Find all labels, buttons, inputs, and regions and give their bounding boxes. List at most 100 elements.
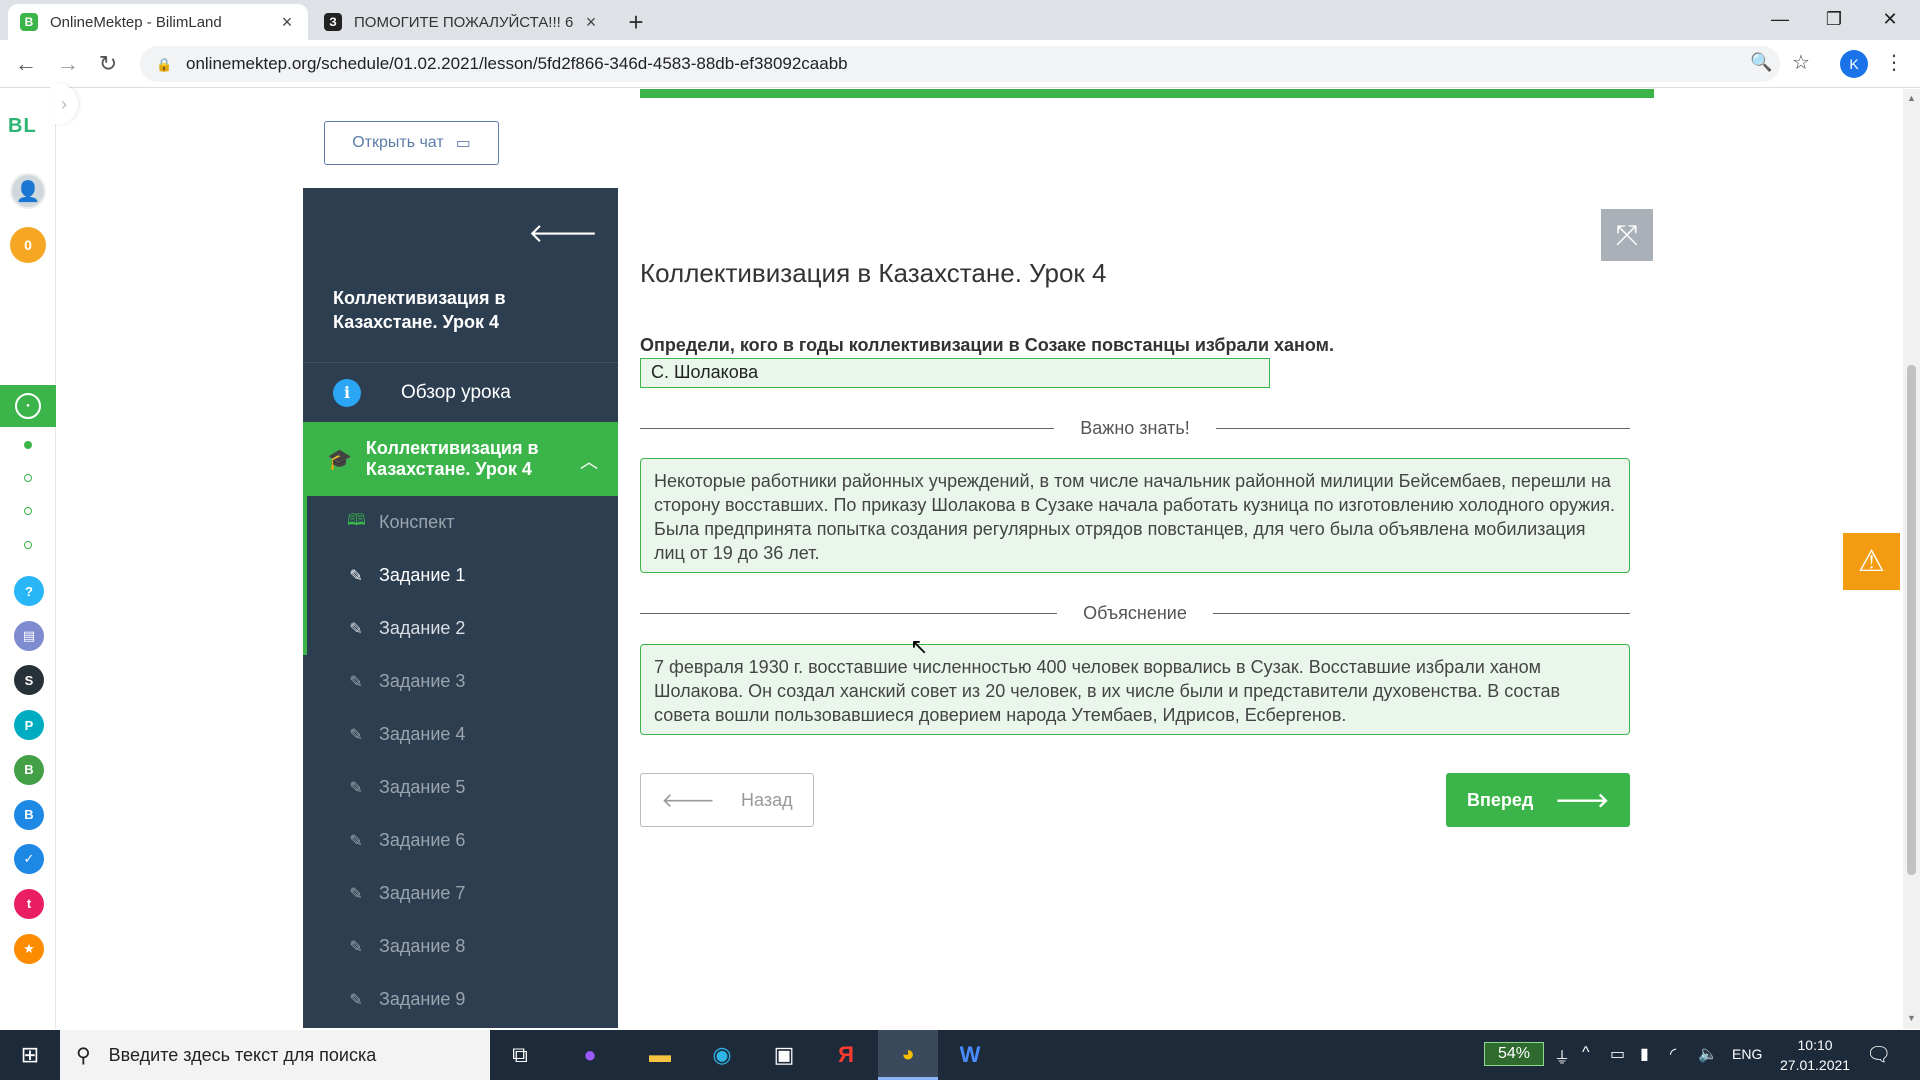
orange-app-icon[interactable]: ★ bbox=[14, 933, 44, 964]
windows-taskbar: ⊞ ⚲ Введите здесь текст для поиска ⧉ ● ▬… bbox=[0, 1030, 1920, 1080]
chevron-up-icon[interactable]: ^ bbox=[1582, 1044, 1590, 1062]
word-icon[interactable]: W bbox=[940, 1030, 1000, 1080]
sidebar-task-label: Задание 6 bbox=[379, 830, 466, 850]
nav-dot[interactable] bbox=[24, 541, 32, 549]
file-explorer-icon[interactable]: ▬ bbox=[630, 1030, 690, 1080]
forward-arrow-icon[interactable]: → bbox=[54, 50, 82, 78]
edit-icon: ✎ bbox=[349, 938, 363, 956]
smart-nation-icon[interactable]: S bbox=[14, 665, 44, 696]
close-icon[interactable]: × bbox=[582, 12, 600, 32]
explanation-divider: Объяснение bbox=[640, 601, 1631, 625]
address-bar[interactable]: 🔒 onlinemektep.org/schedule/01.02.2021/l… bbox=[140, 46, 1780, 82]
sidebar-task-label: Конспект bbox=[379, 512, 455, 532]
profile-avatar[interactable]: K bbox=[1840, 50, 1868, 78]
explanation-label: Объяснение bbox=[1083, 602, 1187, 623]
sidebar-task-label: Задание 9 bbox=[379, 989, 466, 1009]
edge-browser-icon[interactable]: ◉ bbox=[692, 1030, 752, 1080]
back-button[interactable]: 🡐 Назад bbox=[640, 773, 814, 827]
pisa-icon[interactable]: P bbox=[14, 710, 44, 741]
sidebar-task-item[interactable]: ✎ Задание 3 bbox=[303, 655, 618, 708]
nav-dot[interactable] bbox=[24, 441, 32, 449]
sidebar-task-label: Задание 8 bbox=[379, 936, 466, 956]
sidebar-task-label: Задание 4 bbox=[379, 724, 466, 744]
help-icon[interactable]: ? bbox=[14, 576, 44, 606]
minimize-window-button[interactable]: — bbox=[1752, 0, 1808, 38]
back-arrow-icon[interactable]: ← bbox=[12, 50, 40, 78]
test-icon[interactable]: ✓ bbox=[14, 844, 44, 875]
sidebar-task-item[interactable]: ✎ Задание 4 bbox=[303, 708, 618, 761]
edit-icon: ✎ bbox=[349, 726, 363, 744]
windows-start-icon[interactable]: ⊞ bbox=[0, 1030, 60, 1080]
system-clock[interactable]: 10:10 27.01.2021 bbox=[1780, 1035, 1850, 1075]
arrow-left-icon: 🡐 bbox=[661, 789, 716, 812]
bilimland-icon[interactable]: B bbox=[14, 754, 44, 785]
yandex-browser-icon[interactable]: Я bbox=[816, 1030, 876, 1080]
browser-tab-znanija[interactable]: З ПОМОГИТЕ ПОЖАЛУЙСТА!!! 6 × bbox=[312, 4, 612, 40]
expand-sidebar-chevron-icon[interactable]: › bbox=[50, 84, 78, 124]
points-badge[interactable]: 0 bbox=[10, 227, 46, 263]
browser-tab-onlinemektep[interactable]: B OnlineMektep - BilimLand × bbox=[8, 4, 308, 40]
edit-icon: ✎ bbox=[349, 779, 363, 797]
taskbar-search-box[interactable]: ⚲ Введите здесь текст для поиска bbox=[60, 1030, 490, 1080]
back-arrow-icon[interactable]: 🡐 bbox=[528, 218, 598, 249]
sidebar-task-item[interactable]: ✎ Задание 9 bbox=[303, 973, 618, 1026]
sidebar-task-item[interactable]: ✎ Задание 6 bbox=[303, 814, 618, 867]
notifications-icon[interactable]: 🗨 bbox=[1866, 1042, 1891, 1067]
current-lesson-item[interactable]: 🎓 Коллективизация в Казахстане. Урок 4 ︿ bbox=[303, 422, 618, 496]
sidebar-task-item[interactable]: ✎ Задание 8 bbox=[303, 920, 618, 973]
microsoft-store-icon[interactable]: ▣ bbox=[754, 1030, 814, 1080]
chrome-browser-icon[interactable]: ◕ bbox=[878, 1030, 938, 1080]
close-window-button[interactable]: ✕ bbox=[1862, 0, 1918, 38]
platform-sidebar: BL 👤 0 ● ? ▤ S P B B ✓ t ★ bbox=[0, 89, 56, 1029]
language-indicator[interactable]: ENG bbox=[1732, 1046, 1762, 1062]
report-warning-icon[interactable]: ⚠ bbox=[1843, 533, 1900, 590]
sidebar-task-item[interactable]: ✎ Задание 7 bbox=[303, 867, 618, 920]
kebab-menu-icon[interactable]: ⋮ bbox=[1884, 50, 1904, 75]
zoom-icon[interactable]: 🔍 bbox=[1750, 52, 1772, 73]
new-tab-button[interactable]: + bbox=[622, 7, 650, 37]
restore-window-button[interactable]: ❐ bbox=[1806, 0, 1862, 38]
screen-icon[interactable]: ▤ bbox=[14, 620, 44, 651]
close-icon[interactable]: × bbox=[278, 12, 296, 32]
twig-icon[interactable]: t bbox=[14, 888, 44, 919]
important-divider: Важно знать! bbox=[640, 416, 1631, 440]
nav-dot[interactable] bbox=[24, 507, 32, 515]
fullscreen-expand-icon[interactable]: ⤧ bbox=[1601, 209, 1653, 261]
page-scrollbar[interactable]: ▲ ▼ bbox=[1903, 89, 1920, 1029]
sidebar-lesson-title: Коллективизация в Казахстане. Урок 4 bbox=[333, 288, 506, 332]
important-label: Важно знать! bbox=[1080, 417, 1190, 438]
plug-icon[interactable]: ⏚ bbox=[1554, 1044, 1570, 1068]
user-avatar[interactable]: 👤 bbox=[10, 173, 46, 209]
clock-time: 10:10 bbox=[1797, 1037, 1833, 1053]
alice-assistant-icon[interactable]: ● bbox=[560, 1030, 620, 1080]
reload-icon[interactable]: ↻ bbox=[94, 50, 122, 78]
nav-dot[interactable] bbox=[24, 474, 32, 482]
lesson-overview-item[interactable]: i Обзор урока bbox=[303, 362, 618, 422]
sidebar-task-item[interactable]: ✎ Задание 5 bbox=[303, 761, 618, 814]
wifi-icon[interactable]: ◜ bbox=[1670, 1044, 1676, 1064]
battery-icon[interactable]: ▮ bbox=[1640, 1044, 1649, 1064]
task-view-icon[interactable]: ⧉ bbox=[490, 1030, 550, 1080]
sidebar-task-item[interactable]: 🕮 Конспект bbox=[303, 496, 618, 549]
scroll-up-icon[interactable]: ▲ bbox=[1907, 93, 1916, 103]
sidebar-task-item[interactable]: ✎ Задание 1 bbox=[303, 549, 618, 602]
scrollbar-thumb[interactable] bbox=[1907, 365, 1916, 875]
chevron-up-icon[interactable]: ︿ bbox=[580, 448, 598, 474]
mouse-cursor-icon: ↖ bbox=[910, 634, 929, 659]
battery-indicator[interactable]: 54% bbox=[1484, 1042, 1544, 1066]
scroll-down-icon[interactable]: ▼ bbox=[1907, 1013, 1916, 1023]
important-info-box: Некоторые работники районных учреждений,… bbox=[640, 458, 1630, 573]
arrow-right-icon: 🡒 bbox=[1555, 789, 1609, 812]
sidebar-task-item[interactable]: ✎ Задание 2 bbox=[303, 602, 618, 655]
book-icon: 🕮 bbox=[347, 512, 366, 529]
bookmark-star-icon[interactable]: ☆ bbox=[1792, 50, 1810, 75]
online-mektep-nav-item[interactable]: ● bbox=[0, 385, 56, 427]
open-chat-button[interactable]: Открыть чат ▭ bbox=[324, 121, 499, 165]
lesson-task-list: 🕮 Конспект ✎ Задание 1 ✎ Задание 2 ✎ Задание 3 ✎… bbox=[303, 496, 618, 1026]
bilimbook-icon[interactable]: B bbox=[14, 799, 44, 830]
volume-icon[interactable]: 🔈 bbox=[1698, 1044, 1718, 1064]
next-button[interactable]: Вперед 🡒 bbox=[1446, 773, 1630, 827]
meet-icon[interactable]: ▭ bbox=[1610, 1044, 1625, 1064]
bilimland-logo[interactable]: BL bbox=[8, 115, 37, 138]
answer-field: С. Шолакова bbox=[640, 358, 1270, 388]
